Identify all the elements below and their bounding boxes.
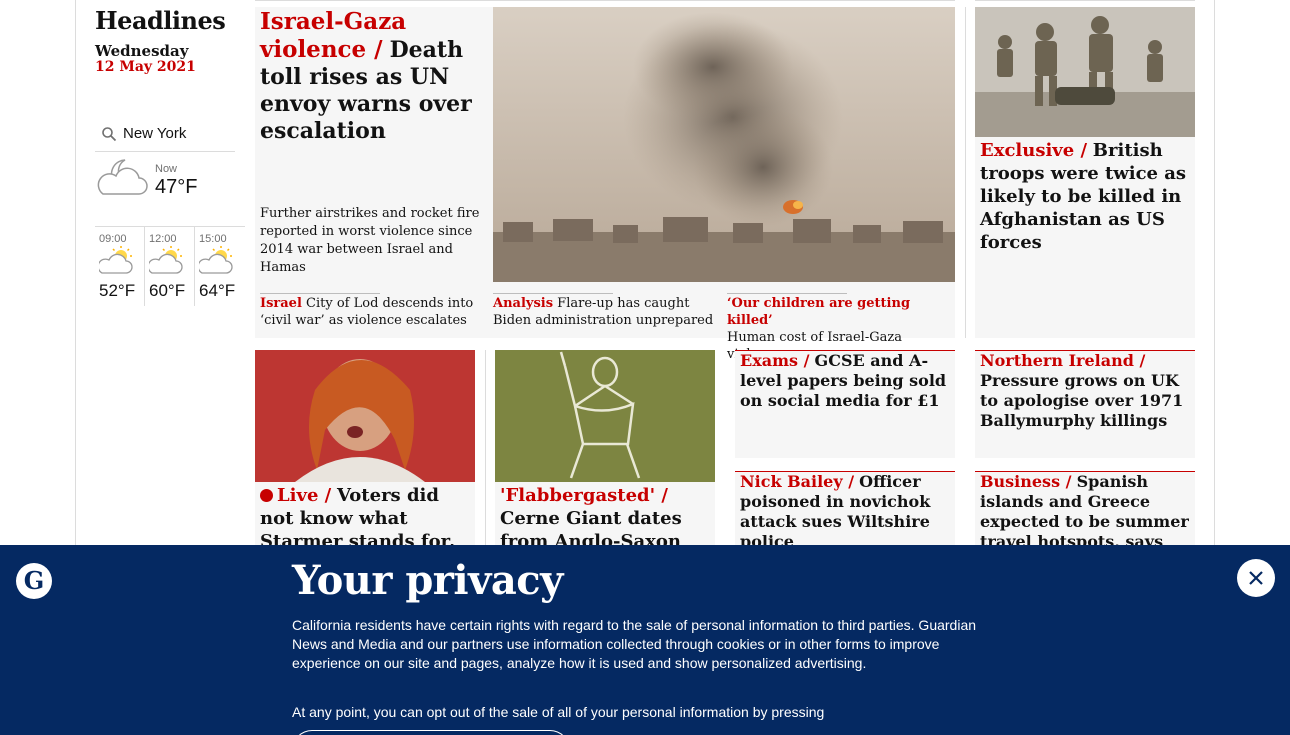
weather-location-search[interactable]: New York	[95, 116, 235, 152]
sublink-rule	[727, 293, 847, 294]
forecast-time: 12:00	[149, 233, 177, 245]
forecast-temp: 64°F	[199, 281, 236, 300]
forecast-item: 15:00 64°F	[195, 227, 245, 306]
sublink-kicker: Analysis	[493, 296, 554, 311]
angela-rayner-image[interactable]	[255, 350, 475, 482]
privacy-body-optout: At any point, you can opt out of the sal…	[292, 704, 825, 720]
main-story-standfirst: Further airstrikes and rocket fire repor…	[260, 206, 480, 275]
weather-forecast: 09:00 52°F 12:00 60°F 15:00 64°F	[95, 226, 245, 306]
forecast-item: 09:00 52°F	[95, 227, 146, 306]
live-kicker: Live /	[277, 485, 332, 506]
cloudy-night-icon	[97, 159, 148, 195]
partly-sunny-icon	[199, 246, 233, 274]
column-divider	[485, 350, 486, 550]
opt-out-button[interactable]	[292, 730, 570, 735]
main-story-headline[interactable]: Israel-Gaza violence / Death toll rises …	[260, 8, 490, 145]
guardian-logo-icon: G	[16, 563, 52, 599]
privacy-banner: G Your privacy California residents have…	[0, 545, 1290, 735]
weather-now-temp: 47°F	[155, 176, 198, 198]
northern-ireland-kicker: Northern Ireland /	[980, 351, 1146, 370]
weather-location[interactable]: New York	[123, 125, 186, 142]
weather-now: Now 47°F	[95, 154, 235, 224]
live-indicator-icon	[260, 489, 273, 502]
nick-bailey-kicker: Nick Bailey /	[740, 472, 855, 491]
business-kicker: Business /	[980, 472, 1072, 491]
forecast-time: 15:00	[199, 233, 227, 245]
cerne-giant-image[interactable]	[495, 350, 715, 482]
privacy-body: California residents have certain rights…	[292, 617, 977, 671]
forecast-time: 09:00	[99, 233, 127, 245]
cerne-giant-kicker: 'Flabbergasted' /	[500, 485, 668, 506]
exams-headline[interactable]: Exams / GCSE and A-level papers being so…	[740, 351, 952, 411]
sublink-rule	[260, 293, 380, 294]
forecast-temp: 52°F	[99, 281, 136, 300]
top-rule	[975, 0, 1195, 7]
northern-ireland-headline[interactable]: Northern Ireland / Pressure grows on UK …	[980, 351, 1192, 431]
forecast-item: 12:00 60°F	[145, 227, 196, 306]
northern-ireland-title: Pressure grows on UK to apologise over 1…	[980, 371, 1184, 430]
search-icon[interactable]	[95, 126, 123, 142]
privacy-title: Your privacy	[292, 557, 563, 604]
date-full: 12 May 2021	[95, 59, 196, 75]
sublink-analysis[interactable]: Analysis Flare-up has caught Biden admin…	[493, 295, 718, 329]
close-button[interactable]	[1237, 559, 1275, 597]
exams-kicker: Exams /	[740, 351, 810, 370]
forecast-temp: 60°F	[149, 281, 186, 300]
nick-bailey-headline[interactable]: Nick Bailey / Officer poisoned in novich…	[740, 472, 952, 552]
sublink-kicker: Israel	[260, 296, 302, 311]
main-story-kicker: Israel-Gaza violence /	[260, 8, 407, 63]
section-title: Headlines	[95, 6, 226, 35]
partly-sunny-icon	[149, 246, 183, 274]
partly-sunny-icon	[99, 246, 133, 274]
weather-now-label: Now	[155, 163, 178, 175]
troops-image[interactable]	[975, 7, 1195, 137]
troops-kicker: Exclusive /	[980, 140, 1088, 161]
sublink-kicker: ‘Our children are getting killed’	[727, 296, 911, 328]
sublink-rule	[493, 293, 613, 294]
top-rule	[255, 0, 955, 7]
logo-letter: G	[23, 566, 45, 595]
column-divider	[965, 7, 966, 338]
close-icon[interactable]	[1248, 570, 1264, 586]
date-day: Wednesday	[95, 42, 189, 60]
sublink-israel[interactable]: Israel City of Lod descends into ‘civil …	[260, 295, 480, 329]
troops-headline[interactable]: Exclusive / British troops were twice as…	[980, 139, 1190, 254]
gaza-airstrike-image[interactable]	[493, 7, 955, 282]
